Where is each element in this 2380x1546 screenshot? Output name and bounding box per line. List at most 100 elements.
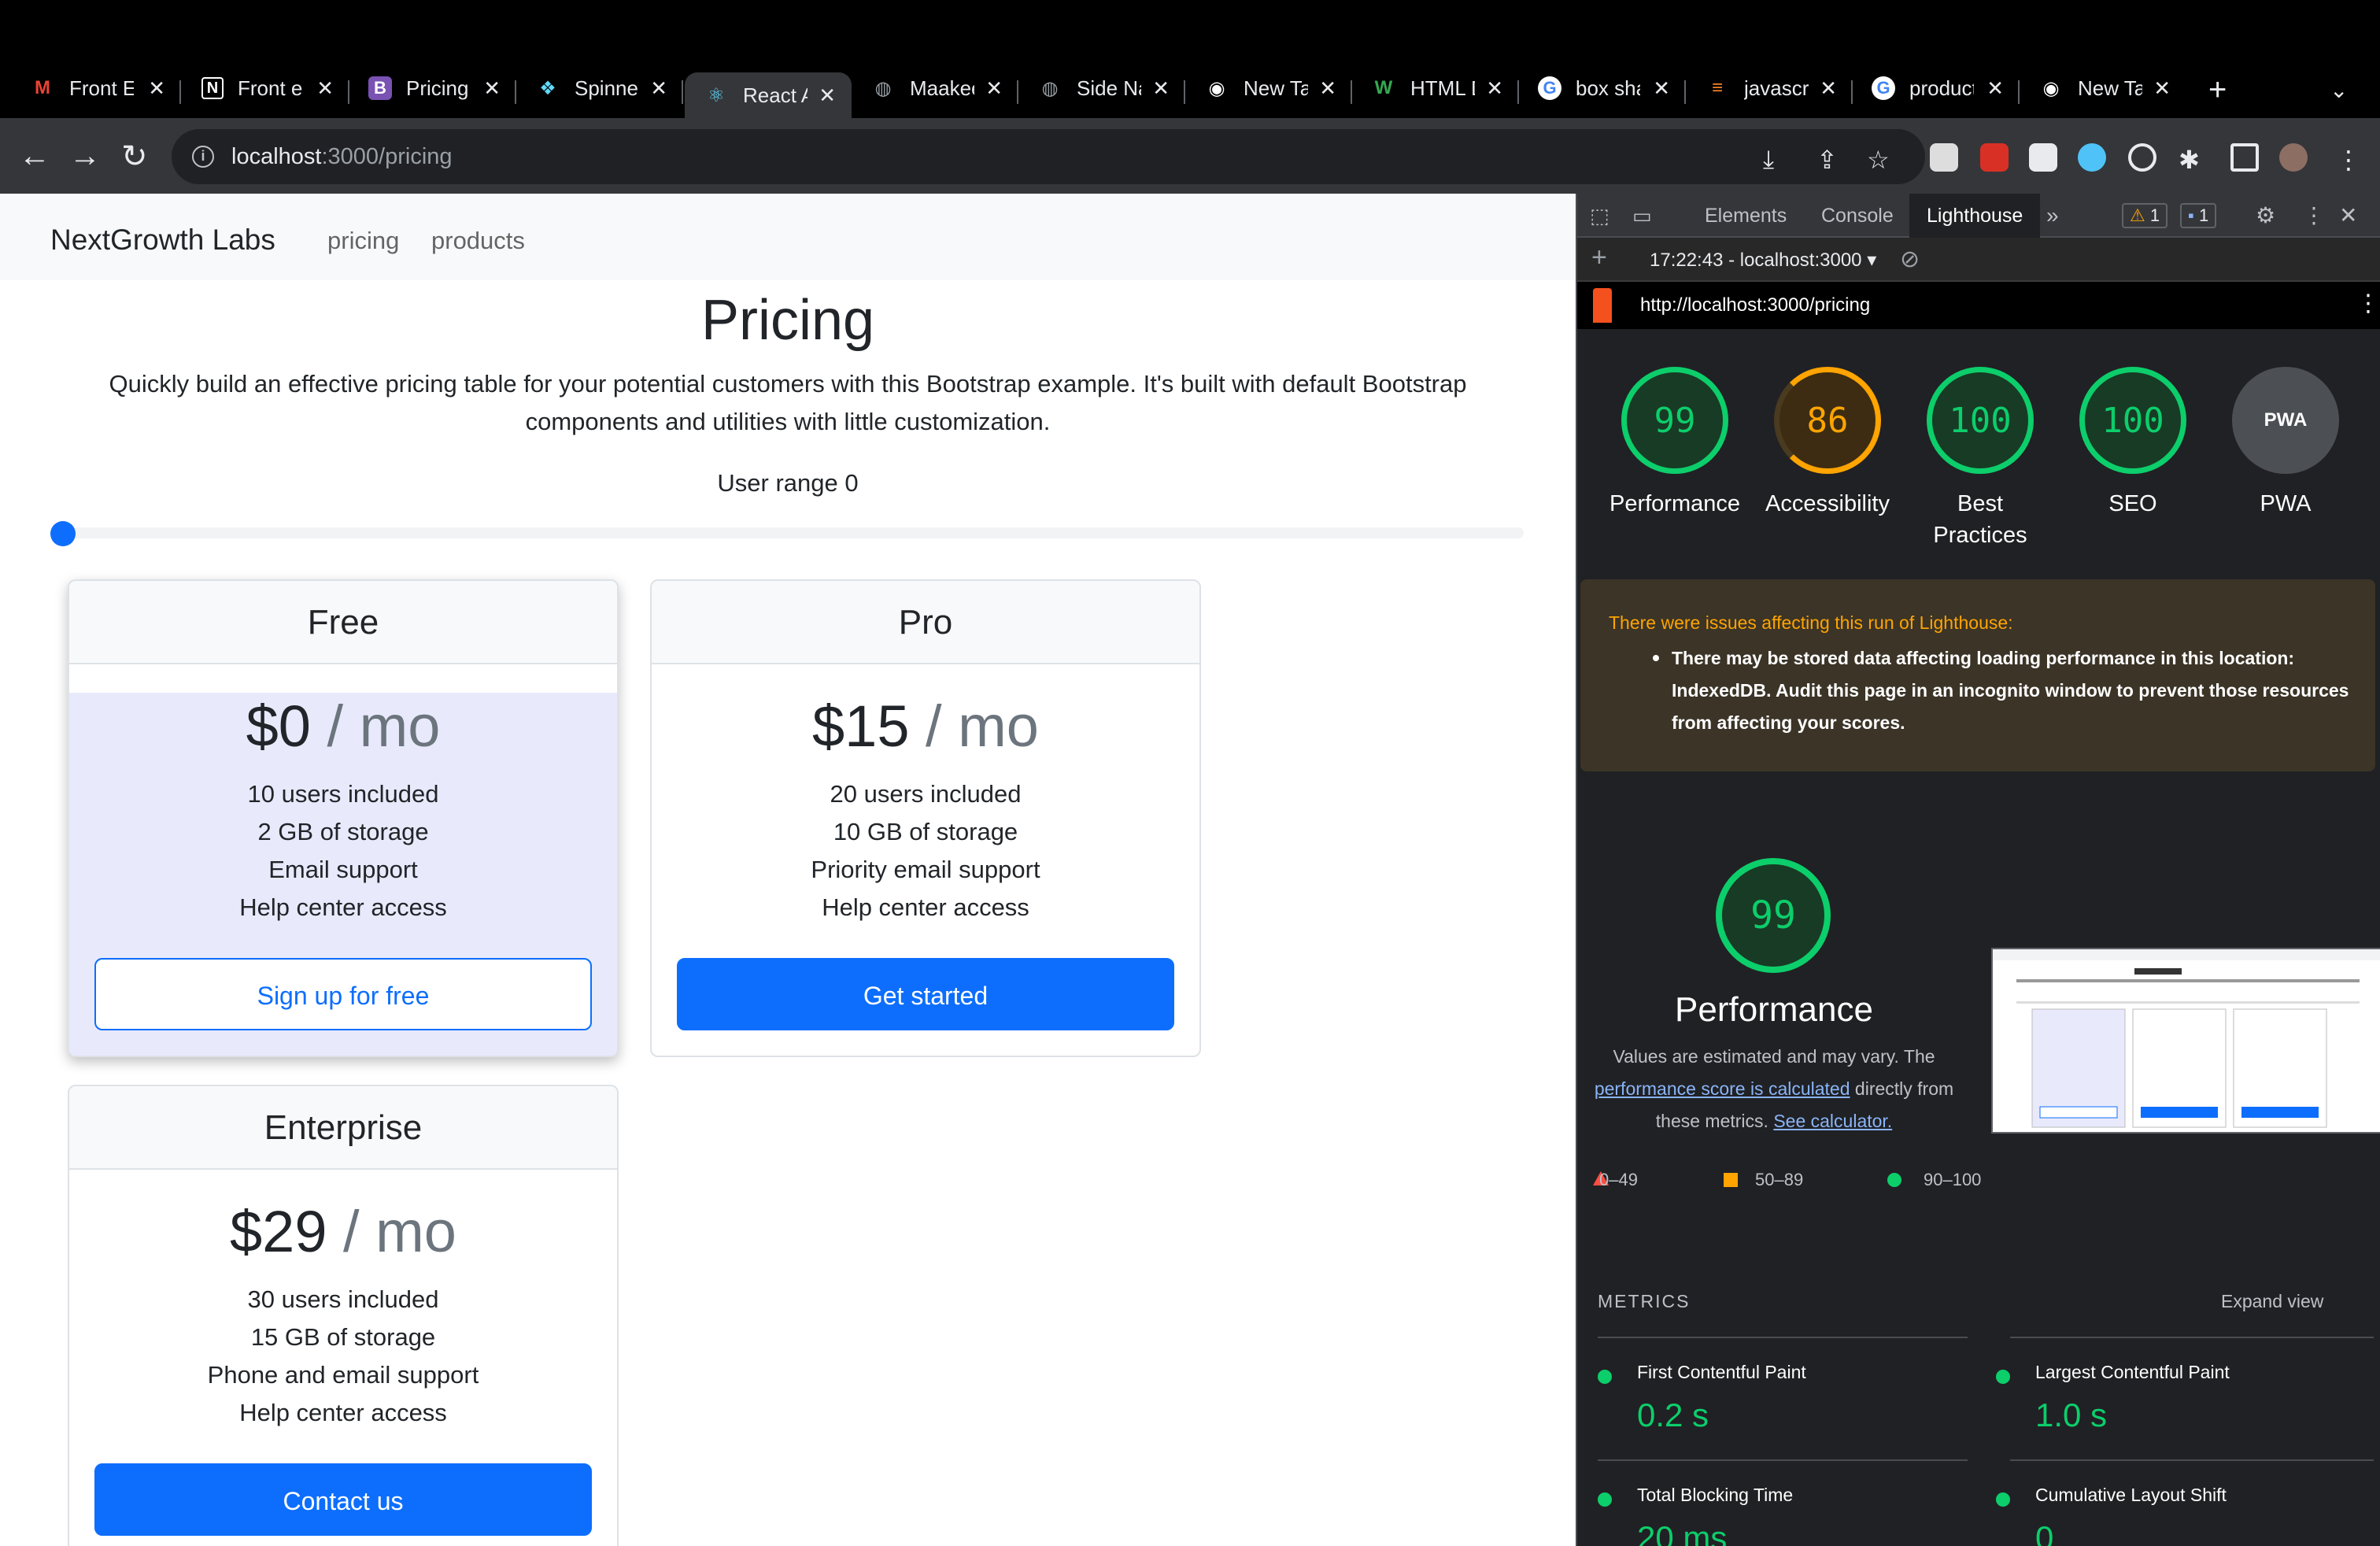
performance-title: Performance [1675, 990, 1873, 1029]
gauge-label: Performance [1609, 491, 1740, 516]
avatar[interactable] [2279, 143, 2308, 172]
close-icon[interactable]: ✕ [819, 83, 836, 108]
tab-notion[interactable]: N Front er ✕ [183, 58, 349, 118]
bookmark-star-icon[interactable]: ☆ [1867, 145, 1890, 175]
report-selector[interactable]: 17:22:43 - localhost:3000 ▾ [1650, 249, 1876, 272]
tab-html[interactable]: W HTML D ✕ [1352, 58, 1519, 118]
close-icon[interactable]: ✕ [1486, 76, 1503, 101]
tab-newtab-2[interactable]: ◉ New Ta ✕ [2020, 58, 2186, 118]
close-icon[interactable]: ✕ [1986, 76, 2004, 101]
score-calc-link[interactable]: performance score is calculated [1595, 1078, 1850, 1099]
feature: 2 GB of storage [257, 818, 429, 845]
extension-pen-icon[interactable] [1930, 143, 1958, 172]
tab-label: New Ta [1244, 76, 1308, 100]
inspect-icon[interactable]: ⬚ [1590, 194, 1609, 238]
pass-circle-icon [1887, 1173, 1901, 1187]
metric-name: Cumulative Layout Shift [2035, 1485, 2227, 1505]
nav-link-pricing[interactable]: pricing [327, 227, 399, 255]
gauge-best-practices[interactable]: 100 Best Practices [1909, 367, 2051, 551]
gauge-performance[interactable]: 99 Performance [1604, 367, 1746, 520]
site-navbar: NextGrowth Labs pricing products [0, 194, 1576, 280]
close-icon[interactable]: ✕ [483, 76, 501, 101]
puzzle-icon[interactable]: ✱ [2179, 145, 2200, 175]
warning-badge[interactable]: ⚠ 1 [2122, 203, 2168, 228]
extension-icon[interactable] [2029, 143, 2057, 172]
close-icon[interactable]: ✕ [650, 76, 667, 101]
gauge-pwa[interactable]: PWA PWA [2215, 367, 2356, 520]
metric-name: First Contentful Paint [1637, 1362, 1806, 1382]
address-bar[interactable]: i localhost:3000/pricing [172, 129, 1925, 184]
tab-spinner[interactable]: ❖ Spinner ✕ [516, 58, 683, 118]
lead-text: Quickly build an effective pricing table… [109, 370, 1467, 435]
gear-icon[interactable]: ⚙ [2256, 194, 2275, 238]
pass-circle-icon [1598, 1370, 1612, 1384]
kebab-menu-icon[interactable]: ⋮ [2303, 194, 2325, 238]
user-range-slider[interactable] [52, 527, 1524, 538]
gauge-seo[interactable]: 100 SEO [2062, 367, 2204, 520]
side-panel-icon[interactable] [2230, 143, 2259, 172]
tab-lighthouse[interactable]: Lighthouse [1909, 194, 2041, 238]
feature: Help center access [822, 893, 1029, 921]
clear-icon[interactable]: ⊘ [1900, 246, 1920, 273]
feature: 20 users included [830, 780, 1022, 808]
brand[interactable]: NextGrowth Labs [50, 224, 275, 257]
device-toggle-icon[interactable]: ▭ [1632, 194, 1652, 238]
slider-thumb[interactable] [50, 521, 76, 546]
sign-up-button[interactable]: Sign up for free [94, 958, 592, 1030]
close-icon[interactable]: ✕ [1319, 76, 1336, 101]
contact-us-button[interactable]: Contact us [94, 1463, 592, 1536]
tab-console[interactable]: Console [1821, 194, 1894, 238]
see-calculator-link[interactable]: See calculator. [1773, 1111, 1892, 1131]
kebab-menu-icon[interactable]: ⋮ [2336, 145, 2361, 175]
pass-circle-icon [1598, 1492, 1612, 1507]
expand-view-toggle[interactable]: Expand view [2221, 1291, 2323, 1312]
tab-pricing[interactable]: B Pricing ✕ [349, 58, 516, 118]
extension-target-icon[interactable] [2128, 143, 2156, 172]
close-icon[interactable]: ✕ [2153, 76, 2171, 101]
tab-boxshadow[interactable]: G box sha ✕ [1519, 58, 1686, 118]
kebab-menu-icon[interactable]: ⋮ [2356, 290, 2380, 317]
forward-arrow-icon[interactable]: → [69, 139, 101, 174]
reload-icon[interactable]: ↻ [121, 139, 148, 175]
new-tab-plus-icon[interactable]: + [2208, 72, 2227, 108]
install-icon[interactable]: ⤓ [1763, 145, 1774, 175]
gauge-accessibility[interactable]: 86 Accessibility [1757, 367, 1898, 520]
tab-label: javascri [1744, 76, 1809, 100]
page-title: Pricing [700, 289, 875, 352]
tab-elements[interactable]: Elements [1705, 194, 1787, 238]
info-icon[interactable]: i [192, 146, 214, 168]
close-icon[interactable]: ✕ [148, 76, 165, 101]
get-started-button[interactable]: Get started [677, 958, 1174, 1030]
back-arrow-icon[interactable]: ← [19, 139, 50, 174]
legend-average: 50–89 [1755, 1170, 1804, 1189]
close-icon[interactable]: ✕ [1653, 76, 1670, 101]
report-url[interactable]: http://localhost:3000/pricing [1640, 294, 1870, 316]
gauge-label: Accessibility [1765, 491, 1890, 516]
score-ring: 100 [1927, 367, 2034, 474]
close-icon[interactable]: ✕ [1152, 76, 1170, 101]
tab-react-active[interactable]: ⚛ React A ✕ [685, 72, 852, 118]
tab-newtab-1[interactable]: ◉ New Ta ✕ [1185, 58, 1352, 118]
devtools-panel: ⬚ ▭ Elements Console Lighthouse » ⚠ 1 ▪ … [1576, 194, 2380, 1546]
metrics-heading: METRICS [1598, 1291, 1691, 1311]
message-badge[interactable]: ▪ 1 [2180, 203, 2217, 228]
tab-label: Front Er [69, 76, 134, 100]
extension-icon[interactable] [2078, 143, 2106, 172]
extension-icon[interactable] [1980, 143, 2009, 172]
tab-gmail[interactable]: M Front Er ✕ [0, 58, 181, 118]
close-icon[interactable]: ✕ [2339, 194, 2357, 238]
close-icon[interactable]: ✕ [985, 76, 1003, 101]
plus-icon[interactable]: + [1591, 242, 1607, 273]
close-icon[interactable]: ✕ [316, 76, 334, 101]
more-tabs-icon[interactable]: » [2046, 194, 2059, 238]
tab-javascript[interactable]: ≡ javascri ✕ [1686, 58, 1853, 118]
share-icon[interactable]: ⇪ [1816, 145, 1838, 175]
close-icon[interactable]: ✕ [1820, 76, 1837, 101]
tab-maakee[interactable]: ◍ Maakee ✕ [852, 58, 1018, 118]
nav-link-products[interactable]: products [431, 227, 525, 255]
legend-fail: 0–49 [1599, 1170, 1638, 1189]
tab-sidenav[interactable]: ◍ Side Na ✕ [1018, 58, 1185, 118]
feature: 15 GB of storage [250, 1323, 436, 1351]
chevron-down-icon[interactable]: ⌄ [2330, 77, 2348, 103]
tab-product[interactable]: G product ✕ [1853, 58, 2020, 118]
